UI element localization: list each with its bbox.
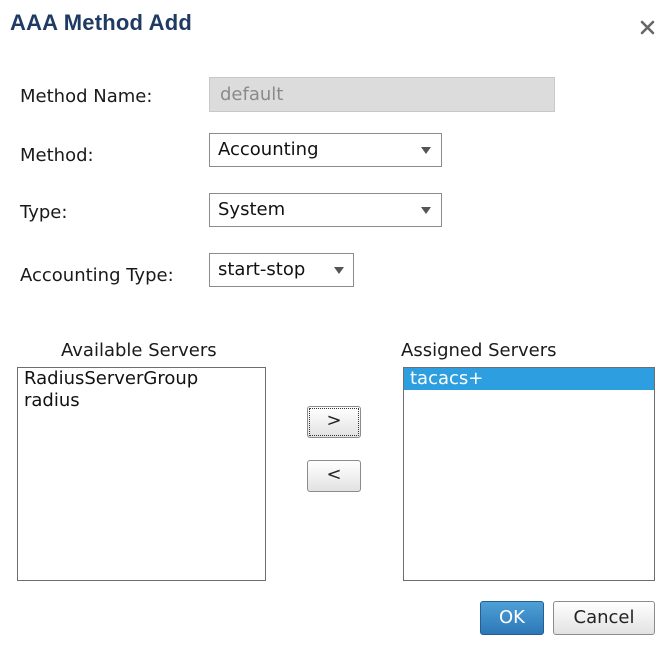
assigned-servers-list[interactable]: tacacs+ [403,367,655,581]
method-name-field[interactable]: default [209,77,555,112]
cancel-button[interactable]: Cancel [553,601,655,635]
add-server-button[interactable]: > [307,406,361,438]
method-select[interactable]: Accounting [209,133,442,167]
accounting-type-label: Accounting Type: [20,265,174,286]
available-servers-title: Available Servers [61,340,217,361]
dialog-title: AAA Method Add [10,10,193,35]
assigned-servers-title: Assigned Servers [401,340,557,361]
type-select-value: System [218,199,286,220]
remove-server-button[interactable]: < [307,460,361,492]
ok-button[interactable]: OK [480,601,544,635]
list-item[interactable]: tacacs+ [404,368,654,390]
aaa-method-add-dialog: AAA Method Add Method Name: default Meth… [0,0,662,648]
available-servers-list[interactable]: RadiusServerGroup radius [17,367,266,581]
chevron-down-icon [421,207,431,214]
list-item[interactable]: RadiusServerGroup [18,368,265,390]
type-select[interactable]: System [209,193,442,227]
accounting-type-select[interactable]: start-stop [209,253,354,287]
type-label: Type: [20,202,68,223]
chevron-down-icon [421,147,431,154]
accounting-type-select-value: start-stop [218,259,306,280]
method-select-value: Accounting [218,139,319,160]
close-icon[interactable] [637,16,659,38]
list-item[interactable]: radius [18,390,265,412]
method-label: Method: [20,145,94,166]
chevron-down-icon [334,267,344,274]
method-name-label: Method Name: [20,86,153,107]
